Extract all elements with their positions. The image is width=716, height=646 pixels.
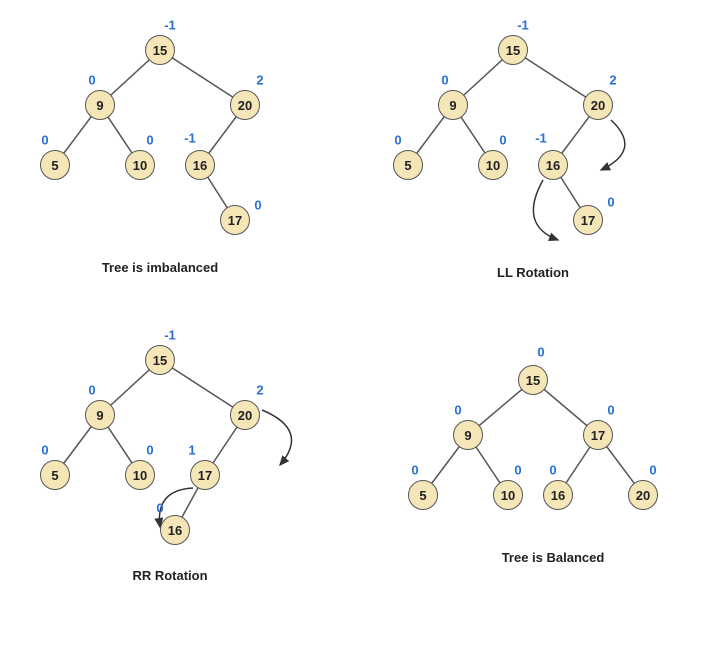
panel-caption: RR Rotation	[132, 568, 207, 583]
tree-node: 5	[408, 480, 438, 510]
tree-node: 20	[583, 90, 613, 120]
bf-label: 0	[649, 463, 656, 478]
bf-label: 0	[254, 198, 261, 213]
tree-node: 16	[160, 515, 190, 545]
panel-balanced: 0 15 0 9 0 17 0 5 0 10 0 16 0 20 Tree is…	[363, 320, 706, 620]
tree-node: 5	[393, 150, 423, 180]
tree-node: 9	[438, 90, 468, 120]
panel-imbalanced: -1 15 0 9 2 20 0 5 0 10 -1 16 0 17 Tree …	[10, 10, 353, 310]
bf-label: -1	[164, 18, 176, 33]
bf-label: 0	[156, 501, 163, 516]
tree-node: 20	[628, 480, 658, 510]
bf-label: 0	[454, 403, 461, 418]
tree-node: 10	[125, 150, 155, 180]
tree-node: 9	[453, 420, 483, 450]
panel-ll-rotation: -1 15 0 9 2 20 0 5 0 10 -1 16 0 17 LL Ro…	[363, 10, 706, 310]
panel-rr-rotation: -1 15 0 9 2 20 0 5 0 10 1 17 0 16 RR Rot…	[10, 320, 353, 620]
tree-node: 15	[498, 35, 528, 65]
tree-node: 20	[230, 400, 260, 430]
bf-label: 0	[549, 463, 556, 478]
tree-node: 17	[583, 420, 613, 450]
tree-node: 16	[185, 150, 215, 180]
tree-node: 9	[85, 400, 115, 430]
tree-node: 16	[538, 150, 568, 180]
bf-label: 0	[441, 73, 448, 88]
panel-caption: Tree is imbalanced	[102, 260, 218, 275]
bf-label: 0	[514, 463, 521, 478]
bf-label: -1	[184, 131, 196, 146]
bf-label: 0	[88, 73, 95, 88]
bf-label: 2	[609, 73, 616, 88]
tree-node: 15	[145, 345, 175, 375]
bf-label: 2	[256, 73, 263, 88]
tree-node: 17	[220, 205, 250, 235]
bf-label: 0	[41, 443, 48, 458]
bf-label: 1	[188, 443, 195, 458]
bf-label: 0	[411, 463, 418, 478]
bf-label: 0	[499, 133, 506, 148]
tree-node: 15	[518, 365, 548, 395]
bf-label: 2	[256, 383, 263, 398]
tree-node: 16	[543, 480, 573, 510]
tree-node: 5	[40, 150, 70, 180]
bf-label: 0	[607, 403, 614, 418]
tree-node: 10	[478, 150, 508, 180]
bf-label: -1	[517, 18, 529, 33]
tree-node: 10	[493, 480, 523, 510]
bf-label: 0	[146, 133, 153, 148]
tree-node: 9	[85, 90, 115, 120]
bf-label: 0	[394, 133, 401, 148]
bf-label: 0	[607, 195, 614, 210]
tree-node: 15	[145, 35, 175, 65]
diagram-grid: -1 15 0 9 2 20 0 5 0 10 -1 16 0 17 Tree …	[10, 10, 706, 620]
panel-caption: LL Rotation	[497, 265, 569, 280]
bf-label: -1	[164, 328, 176, 343]
tree-node: 17	[190, 460, 220, 490]
tree-node: 10	[125, 460, 155, 490]
bf-label: -1	[535, 131, 547, 146]
bf-label: 0	[41, 133, 48, 148]
panel-caption: Tree is Balanced	[502, 550, 605, 565]
tree-node: 5	[40, 460, 70, 490]
bf-label: 0	[88, 383, 95, 398]
bf-label: 0	[146, 443, 153, 458]
tree-node: 20	[230, 90, 260, 120]
tree-node: 17	[573, 205, 603, 235]
bf-label: 0	[537, 345, 544, 360]
